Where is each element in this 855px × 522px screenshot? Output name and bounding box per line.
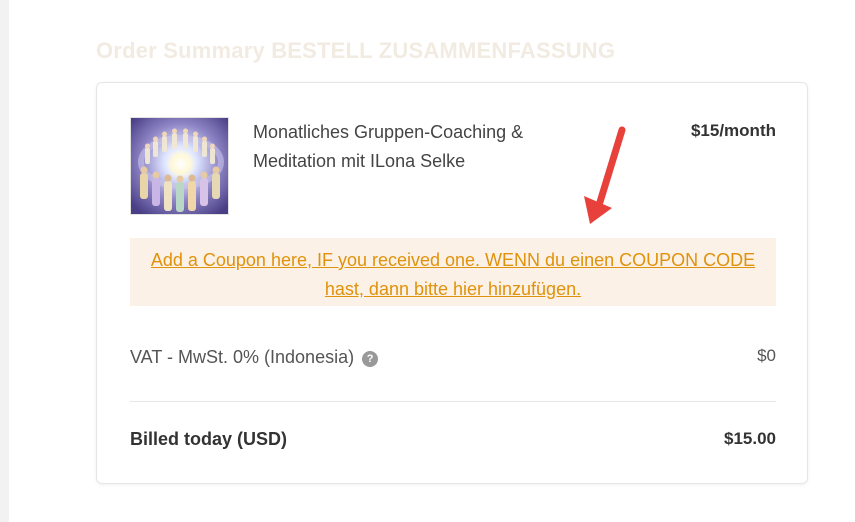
summary-divider bbox=[130, 401, 776, 402]
product-name: Monatliches Gruppen-Coaching & Meditatio… bbox=[253, 122, 524, 171]
red-arrow-annotation bbox=[584, 126, 626, 224]
product-price: $15/month bbox=[690, 121, 776, 140]
vat-row: VAT - MwSt. 0% (Indonesia)? $0 bbox=[130, 344, 776, 370]
billed-today-value: $15.00 bbox=[724, 429, 776, 448]
vat-label: VAT - MwSt. 0% (Indonesia) bbox=[130, 347, 355, 367]
add-coupon-link[interactable]: Add a Coupon here, IF you received one. … bbox=[151, 250, 755, 299]
page-left-edge bbox=[0, 0, 9, 522]
vat-label-wrap: VAT - MwSt. 0% (Indonesia)? bbox=[130, 344, 379, 370]
billed-today-row: Billed today (USD) $15.00 bbox=[130, 426, 776, 452]
billed-today-label: Billed today (USD) bbox=[130, 429, 288, 449]
help-icon[interactable]: ? bbox=[362, 351, 379, 367]
coupon-box: Add a Coupon here, IF you received one. … bbox=[130, 238, 776, 306]
meditation-circle-image bbox=[131, 118, 228, 214]
vat-value: $0 bbox=[757, 346, 776, 365]
product-image bbox=[130, 117, 229, 215]
order-summary-title: Order Summary BESTELL ZUSAMMENFASSUNG bbox=[96, 38, 616, 63]
